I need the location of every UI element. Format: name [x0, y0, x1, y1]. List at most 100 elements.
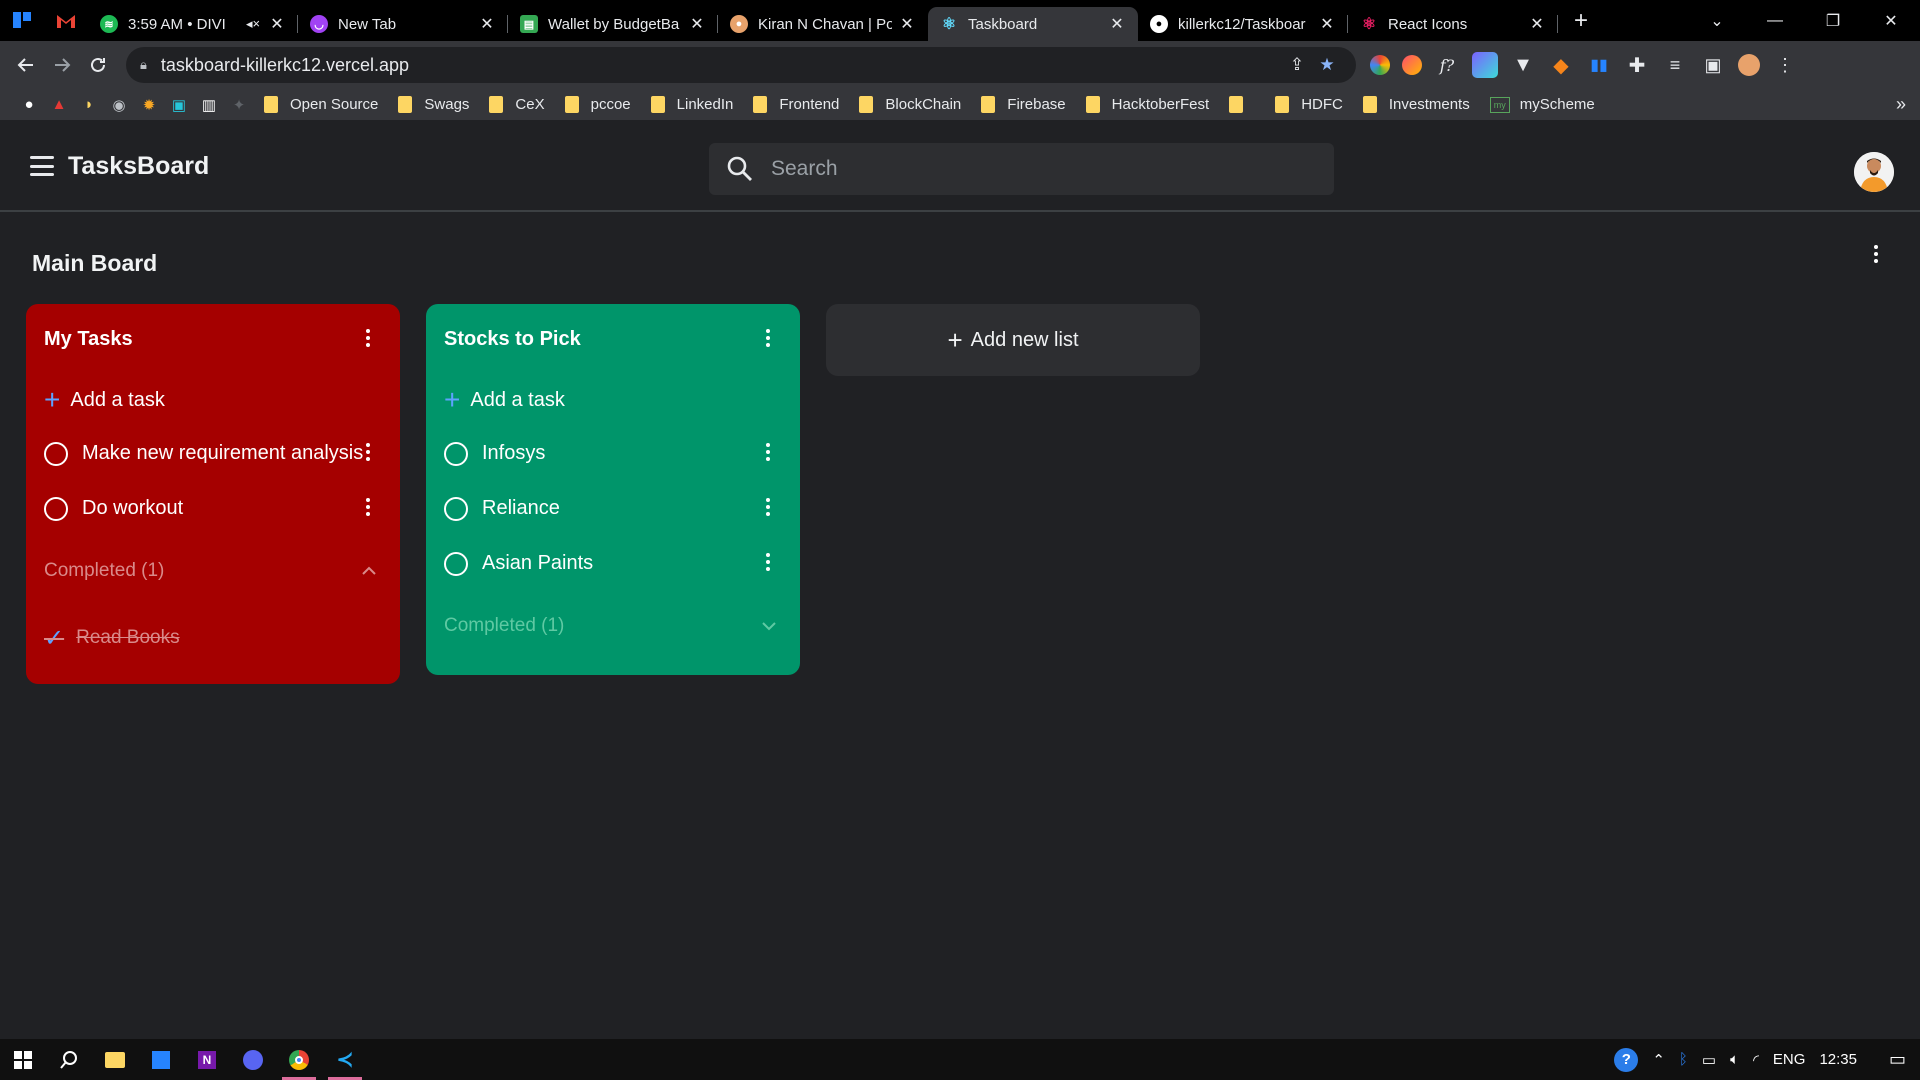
close-icon[interactable]: ✕	[1108, 15, 1126, 33]
close-icon[interactable]: ✕	[898, 15, 916, 33]
grid-extension-icon[interactable]	[1472, 52, 1498, 78]
leetcode-icon[interactable]: ▣	[164, 90, 194, 120]
gmail-pinned-tab[interactable]	[44, 0, 88, 41]
trello-extension-icon[interactable]: ▮▮	[1586, 52, 1612, 78]
bookmark-star-icon[interactable]: ★	[1312, 50, 1342, 80]
speaker-muted-icon[interactable]: ◂×	[244, 15, 262, 33]
list-menu-icon[interactable]	[358, 326, 378, 350]
taskbar-store[interactable]	[138, 1039, 184, 1080]
font-extension-icon[interactable]: f?	[1434, 52, 1460, 78]
bookmark-folder-investments[interactable]: Investments	[1353, 91, 1480, 119]
media-control-icon[interactable]: ≡	[1662, 52, 1688, 78]
bookmark-folder-firebase[interactable]: Firebase	[971, 91, 1075, 119]
reload-button[interactable]	[80, 47, 116, 83]
board-menu-icon[interactable]	[1866, 242, 1886, 266]
tab-taskboard[interactable]: ⚛ Taskboard ✕	[928, 7, 1138, 41]
close-window-button[interactable]: ✕	[1862, 0, 1920, 41]
bookmark-folder-unnamed[interactable]	[1219, 91, 1265, 119]
close-icon[interactable]: ✕	[268, 15, 286, 33]
metamask-icon[interactable]: ◆	[1548, 52, 1574, 78]
task-checkbox[interactable]	[444, 551, 468, 576]
close-icon[interactable]: ✕	[1318, 15, 1336, 33]
task-menu-icon[interactable]	[758, 495, 778, 519]
completed-toggle[interactable]: Completed (1)	[426, 591, 800, 661]
start-button[interactable]	[0, 1039, 46, 1080]
bookmark-folder-pccoe[interactable]: pccoe	[555, 91, 641, 119]
bookmark-folder-blockchain[interactable]: BlockChain	[849, 91, 971, 119]
search-input[interactable]	[771, 157, 1316, 181]
task-menu-icon[interactable]	[758, 440, 778, 464]
search-bar[interactable]	[709, 143, 1334, 195]
task-menu-icon[interactable]	[358, 495, 378, 519]
palette-extension-icon[interactable]	[1402, 55, 1422, 75]
eagle-icon[interactable]: ✦	[224, 90, 254, 120]
puzzle-extensions-icon[interactable]: ✚	[1624, 52, 1650, 78]
bookmark-folder-frontend[interactable]: Frontend	[743, 91, 849, 119]
color-picker-extension-icon[interactable]	[1370, 55, 1390, 75]
tab-portfolio[interactable]: ● Kiran N Chavan | Po ✕	[718, 7, 928, 41]
address-bar[interactable]: 🔒︎ taskboard-killerkc12.vercel.app ⇪ ★	[126, 47, 1356, 83]
task-checkbox[interactable]	[444, 441, 468, 466]
taskbar-discord[interactable]	[230, 1039, 276, 1080]
bookmark-folder-hdfc[interactable]: HDFC	[1265, 91, 1353, 119]
task-menu-icon[interactable]	[758, 550, 778, 574]
task-checkbox[interactable]	[444, 496, 468, 521]
url-text[interactable]: taskboard-killerkc12.vercel.app	[161, 55, 1282, 76]
task-checkbox[interactable]	[44, 441, 68, 466]
chrome-menu-icon[interactable]: ⋮	[1772, 52, 1798, 78]
tab-react-icons[interactable]: ⚛ React Icons ✕	[1348, 7, 1558, 41]
completed-toggle[interactable]: Completed (1)	[26, 536, 400, 606]
wifi-icon[interactable]: ◜	[1753, 1051, 1759, 1069]
forward-button[interactable]	[44, 47, 80, 83]
restore-button[interactable]: ❐	[1804, 0, 1862, 41]
task-item[interactable]: Reliance	[426, 481, 800, 536]
banana-icon[interactable]: ◗	[74, 90, 104, 120]
tab-new-tab[interactable]: ◡ New Tab ✕	[298, 7, 508, 41]
taskbar-onenote[interactable]: N	[184, 1039, 230, 1080]
chevron-up-icon[interactable]: ⌃	[1652, 1051, 1665, 1069]
side-panel-icon[interactable]: ▣	[1700, 52, 1726, 78]
bookmark-folder-linkedin[interactable]: LinkedIn	[641, 91, 744, 119]
language-indicator[interactable]: ENG	[1773, 1051, 1806, 1068]
trello-icon[interactable]: ▥	[194, 90, 224, 120]
hamburger-menu-icon[interactable]	[30, 156, 54, 176]
taskbar-file-explorer[interactable]	[92, 1039, 138, 1080]
bookmark-folder-hacktoberfest[interactable]: HacktoberFest	[1076, 91, 1220, 119]
add-task-button[interactable]: + Add a task	[426, 374, 800, 426]
check-icon[interactable]: ✓	[44, 624, 64, 653]
share-icon[interactable]: ⇪	[1282, 50, 1312, 80]
taskbar-search-button[interactable]	[46, 1039, 92, 1080]
trello-pinned-tab[interactable]	[0, 0, 44, 41]
profile-avatar-icon[interactable]	[1738, 54, 1760, 76]
list-menu-icon[interactable]	[758, 326, 778, 350]
bookmark-folder-open-source[interactable]: Open Source	[254, 91, 388, 119]
tab-github[interactable]: ● killerkc12/Taskboar ✕	[1138, 7, 1348, 41]
gear-icon[interactable]: ✹	[134, 90, 164, 120]
vue-devtools-icon[interactable]: ▼	[1510, 52, 1536, 78]
tab-wallet[interactable]: ▤ Wallet by BudgetBa ✕	[508, 7, 718, 41]
completed-task-item[interactable]: ✓ Read Books	[26, 606, 400, 670]
bookmark-myscheme[interactable]: my myScheme	[1480, 91, 1605, 119]
add-task-button[interactable]: + Add a task	[26, 374, 400, 426]
volume-icon[interactable]: 🔈︎	[1730, 1051, 1739, 1068]
bookmark-folder-cex[interactable]: CeX	[479, 91, 554, 119]
tab-search-chevron-icon[interactable]: ⌄	[1688, 0, 1746, 41]
task-menu-icon[interactable]	[358, 440, 378, 464]
taskbar-vscode[interactable]: ≺	[322, 1039, 368, 1080]
task-checkbox[interactable]	[44, 496, 68, 521]
bookmarks-overflow-button[interactable]: »	[1896, 94, 1906, 115]
pdf-icon[interactable]: ▲	[44, 90, 74, 120]
task-item[interactable]: Make new requirement analysis	[26, 426, 400, 481]
lock-icon[interactable]: 🔒︎	[140, 57, 147, 73]
task-item[interactable]: Infosys	[426, 426, 800, 481]
battery-icon[interactable]: ▭	[1702, 1051, 1716, 1069]
user-avatar[interactable]	[1854, 152, 1894, 192]
database-icon[interactable]: ◉	[104, 90, 134, 120]
back-button[interactable]	[8, 47, 44, 83]
bookmark-folder-swags[interactable]: Swags	[388, 91, 479, 119]
task-item[interactable]: Do workout	[26, 481, 400, 536]
close-icon[interactable]: ✕	[1528, 15, 1546, 33]
clock[interactable]: 12:35	[1819, 1051, 1857, 1068]
add-new-list-button[interactable]: + Add new list	[826, 304, 1200, 376]
help-icon[interactable]: ?	[1614, 1047, 1639, 1072]
